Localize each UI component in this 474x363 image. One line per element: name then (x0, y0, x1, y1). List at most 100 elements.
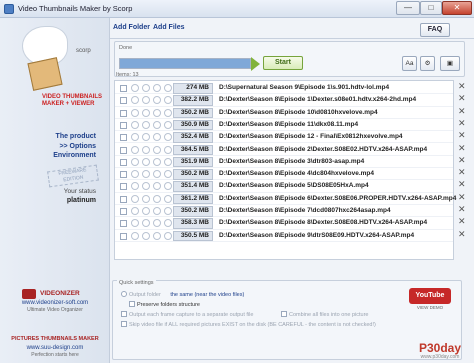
status-icon[interactable] (131, 96, 139, 105)
remove-file-icon[interactable]: ✕ (458, 205, 467, 214)
edit-icon[interactable] (153, 231, 161, 240)
check-icon[interactable] (142, 194, 150, 203)
play-icon[interactable] (164, 219, 172, 228)
output-folder-value[interactable]: the same (near the video files) (170, 292, 244, 298)
play-icon[interactable] (164, 120, 172, 129)
nav-item-environment[interactable]: Environment (0, 152, 96, 159)
start-button[interactable]: Start (263, 56, 303, 70)
status-icon[interactable] (131, 170, 139, 179)
check-icon[interactable] (142, 170, 150, 179)
edit-icon[interactable] (153, 96, 161, 105)
play-icon[interactable] (164, 133, 172, 142)
remove-file-icon[interactable]: ✕ (458, 94, 467, 103)
font-settings-button[interactable]: Aa (402, 56, 417, 71)
videonizer-name[interactable]: VIDEONIZER (40, 290, 80, 297)
nav-item-options[interactable]: >> Options (0, 143, 96, 150)
status-icon[interactable] (131, 145, 139, 154)
remove-file-icon[interactable]: ✕ (458, 118, 467, 128)
edit-icon[interactable] (153, 133, 161, 142)
edit-icon[interactable] (153, 194, 161, 203)
check-icon[interactable] (142, 120, 150, 129)
file-row[interactable]: 274 MB D:\Supernatural Season 9\Episode 1… (115, 82, 453, 95)
status-icon[interactable] (131, 231, 139, 240)
row-checkbox[interactable] (120, 195, 127, 203)
check-icon[interactable] (142, 182, 150, 191)
play-icon[interactable] (164, 108, 172, 117)
pictures-name[interactable]: PICTURES THUMBNAILS MAKER (0, 336, 110, 342)
play-icon[interactable] (164, 231, 172, 240)
check-icon[interactable] (142, 157, 150, 166)
edit-icon[interactable] (153, 157, 161, 166)
status-icon[interactable] (131, 207, 139, 215)
status-icon[interactable] (131, 194, 139, 203)
row-checkbox[interactable] (120, 220, 127, 228)
pictures-link[interactable]: www.suu-design.com (0, 345, 110, 351)
remove-file-icon[interactable]: ✕ (458, 106, 467, 116)
minimize-button[interactable]: — (396, 1, 420, 15)
add-files-link[interactable]: Add Files (153, 24, 185, 31)
edit-icon[interactable] (153, 84, 161, 92)
file-row[interactable]: 382.2 MB D:\Dexter\Season 8\Episode 1\Dex… (115, 94, 453, 107)
play-icon[interactable] (164, 207, 172, 215)
remove-file-icon[interactable]: ✕ (458, 229, 467, 239)
combine-option[interactable]: Combine all files into one picture (281, 311, 369, 318)
preserve-structure-option[interactable]: Preserve folders structure (129, 301, 200, 308)
remove-file-icon[interactable]: ✕ (458, 155, 467, 165)
check-icon[interactable] (142, 133, 150, 142)
remove-file-icon[interactable]: ✕ (458, 168, 467, 177)
file-row[interactable]: 351.4 MB D:\Dexter\Season 8\Episode 5\DS0… (115, 180, 453, 193)
row-checkbox[interactable] (120, 183, 127, 191)
play-icon[interactable] (164, 170, 172, 179)
row-checkbox[interactable] (120, 134, 127, 142)
faq-button[interactable]: FAQ (420, 23, 450, 37)
edit-icon[interactable] (153, 145, 161, 154)
file-row[interactable]: 361.2 MB D:\Dexter\Season 8\Episode 6\Dex… (115, 193, 456, 205)
add-folder-link[interactable]: Add Folder (113, 24, 150, 31)
play-icon[interactable] (164, 194, 172, 203)
edit-icon[interactable] (153, 170, 161, 179)
file-row[interactable]: 358.3 MB D:\Dexter\Season 8\Episode 8\Dex… (115, 217, 453, 230)
file-row[interactable]: 350.2 MB D:\Dexter\Season 8\Episode 10\d0… (115, 107, 453, 119)
edit-icon[interactable] (153, 182, 161, 191)
file-row[interactable]: 352.4 MB D:\Dexter\Season 8\Episode 12 - … (115, 131, 453, 144)
row-checkbox[interactable] (120, 121, 127, 129)
file-row[interactable]: 364.5 MB D:\Dexter\Season 8\Episode 2\Dex… (115, 144, 453, 156)
row-checkbox[interactable] (120, 158, 127, 166)
maximize-button[interactable]: □ (420, 1, 442, 15)
check-icon[interactable] (142, 108, 150, 117)
remove-file-icon[interactable]: ✕ (458, 143, 467, 153)
videonizer-link[interactable]: www.videonizer-soft.com (0, 300, 110, 306)
play-icon[interactable] (164, 182, 172, 191)
row-checkbox[interactable] (120, 146, 127, 154)
play-icon[interactable] (164, 157, 172, 166)
play-icon[interactable] (164, 84, 172, 92)
remove-file-icon[interactable]: ✕ (458, 217, 467, 226)
play-icon[interactable] (164, 145, 172, 154)
file-row[interactable]: 351.9 MB D:\Dexter\Season 8\Episode 3\dtr… (115, 156, 453, 169)
output-each-option[interactable]: Output each frame capture to a separate … (121, 311, 253, 318)
check-icon[interactable] (142, 207, 150, 215)
check-icon[interactable] (142, 84, 150, 92)
output-each-checkbox[interactable] (121, 311, 127, 317)
skip-checkbox[interactable] (121, 321, 127, 327)
file-row[interactable]: 350.2 MB D:\Dexter\Season 8\Episode 4\dc8… (115, 168, 453, 181)
row-checkbox[interactable] (120, 171, 127, 179)
play-icon[interactable] (164, 96, 172, 105)
combine-checkbox[interactable] (281, 311, 287, 317)
output-folder-radio[interactable] (121, 291, 127, 297)
status-icon[interactable] (131, 182, 139, 191)
check-icon[interactable] (142, 96, 150, 105)
youtube-button[interactable]: YouTube (409, 288, 451, 304)
check-icon[interactable] (142, 219, 150, 228)
file-row[interactable]: 350.5 MB D:\Dexter\Season 8\Episode 9\dtr… (115, 230, 453, 242)
file-list[interactable]: 274 MB D:\Supernatural Season 9\Episode 1… (114, 80, 456, 260)
file-row[interactable]: 350.9 MB D:\Dexter\Season 8\Episode 11\dk… (115, 119, 453, 132)
close-button[interactable]: ✕ (442, 1, 472, 15)
status-icon[interactable] (131, 84, 139, 92)
edit-icon[interactable] (153, 108, 161, 117)
status-icon[interactable] (131, 219, 139, 228)
nav-item-product[interactable]: The product (0, 133, 96, 140)
row-checkbox[interactable] (120, 85, 127, 92)
check-icon[interactable] (142, 231, 150, 240)
status-icon[interactable] (131, 133, 139, 142)
